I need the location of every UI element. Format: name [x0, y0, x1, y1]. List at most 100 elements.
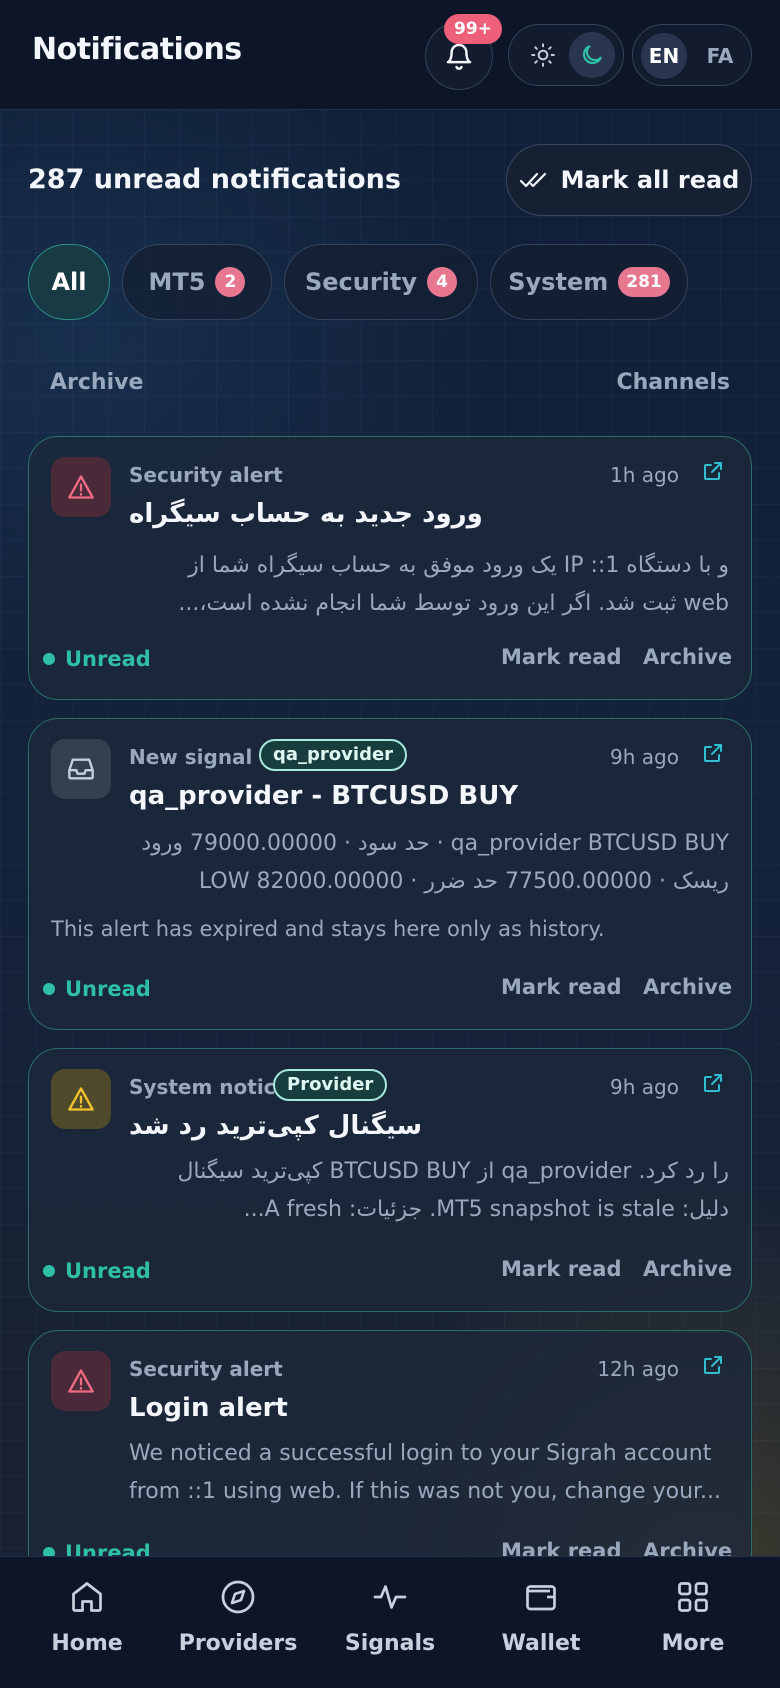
external-link-icon[interactable]	[701, 1071, 725, 1095]
card-icon-box	[51, 739, 111, 799]
compass-icon	[221, 1580, 255, 1614]
notification-card[interactable]: System notice Provider 9h ago سیگنال کپی…	[28, 1048, 752, 1312]
unread-count-text: 287 unread notifications	[28, 164, 401, 195]
external-link-icon[interactable]	[701, 459, 725, 483]
card-icon-box	[51, 457, 111, 517]
status-label: Unread	[65, 647, 151, 671]
card-body-line: دلیل: MT5 snapshot is stale. جزئیات: A f…	[243, 1197, 729, 1222]
lang-fa-button[interactable]: FA	[697, 33, 743, 79]
tab-label: All	[51, 268, 87, 296]
nav-label: Providers	[178, 1631, 298, 1656]
tab-count-badge: 4	[427, 267, 458, 297]
card-body: We noticed a successful login to your Si…	[129, 1435, 729, 1511]
card-body: را رد کرد. qa_provider از BTCUSD BUY کپی…	[129, 1153, 729, 1229]
unread-dot	[43, 1265, 55, 1277]
nav-providers[interactable]: Providers	[163, 1579, 313, 1656]
card-body-line: و با دستگاه 1:: IP یک ورود موفق به حساب …	[188, 553, 729, 578]
light-theme-button[interactable]	[521, 33, 565, 77]
mark-read-button[interactable]: Mark read	[501, 975, 622, 999]
card-icon-box	[51, 1069, 111, 1129]
theme-toggle	[508, 24, 624, 86]
page-title: Notifications	[32, 32, 242, 67]
mark-all-read-button[interactable]: Mark all read	[506, 144, 752, 216]
notification-card[interactable]: Security alert 12h ago Login alert We no…	[28, 1330, 752, 1594]
grid-icon	[678, 1582, 708, 1612]
bell-icon	[446, 43, 472, 70]
card-body-line: ریسک · 77500.00000 حد ضرر · 82000.00000 …	[198, 869, 729, 894]
tab-system[interactable]: System 281	[490, 244, 688, 320]
nav-label: Signals	[344, 1631, 436, 1656]
inbox-icon	[68, 758, 94, 780]
card-time: 12h ago	[597, 1357, 679, 1381]
wallet-icon	[526, 1585, 556, 1611]
tab-security[interactable]: Security 4	[284, 244, 478, 320]
top-header: Notifications 99+ EN FA	[0, 0, 780, 110]
card-body-line: را رد کرد. qa_provider از BTCUSD BUY کپی…	[177, 1159, 729, 1184]
bell-count-badge: 99+	[444, 14, 502, 44]
unread-dot	[43, 653, 55, 665]
unread-status: Unread	[43, 647, 151, 671]
unread-status: Unread	[43, 1259, 151, 1283]
card-category: New signal	[129, 745, 253, 769]
card-category: System notice	[129, 1075, 290, 1099]
unread-dot	[43, 983, 55, 995]
tab-mt5[interactable]: MT5 2	[122, 244, 272, 320]
card-title: ورود جدید به حساب سیگراه	[129, 499, 483, 529]
card-time: 9h ago	[610, 745, 679, 769]
tab-label: MT5	[148, 268, 206, 296]
warning-icon	[68, 475, 94, 499]
lang-en-button[interactable]: EN	[641, 33, 687, 79]
double-check-icon	[519, 172, 546, 188]
archive-button[interactable]: Archive	[643, 975, 732, 999]
card-body-line: web ثبت شد. اگر این ورود توسط شما انجام …	[178, 591, 729, 616]
card-title: Login alert	[129, 1393, 288, 1423]
moon-icon	[582, 45, 602, 65]
sun-icon	[531, 43, 555, 67]
language-toggle: EN FA	[632, 24, 752, 86]
provider-tag: qa_provider	[259, 739, 408, 771]
nav-wallet[interactable]: Wallet	[466, 1579, 616, 1656]
mark-all-read-label: Mark all read	[560, 166, 740, 194]
nav-signals[interactable]: Signals	[315, 1579, 465, 1656]
mark-read-button[interactable]: Mark read	[501, 645, 622, 669]
tab-count-badge: 2	[215, 267, 246, 297]
card-body: qa_provider BTCUSD BUY · حد سود · 79000.…	[129, 825, 729, 901]
nav-label: More	[661, 1631, 725, 1656]
notification-card[interactable]: New signal qa_provider 9h ago qa_provide…	[28, 718, 752, 1030]
card-body: و با دستگاه 1:: IP یک ورود موفق به حساب …	[129, 547, 729, 623]
pulse-icon	[373, 1585, 407, 1609]
notification-card[interactable]: Security alert 1h ago ورود جدید به حساب …	[28, 436, 752, 700]
status-label: Unread	[65, 1259, 151, 1283]
card-title: سیگنال کپی‌ترید رد شد	[129, 1111, 423, 1141]
provider-tag: Provider	[273, 1069, 388, 1101]
nav-label: Home	[51, 1631, 123, 1656]
expired-note: This alert has expired and stays here on…	[51, 917, 605, 941]
mark-read-button[interactable]: Mark read	[501, 1257, 622, 1281]
card-title: qa_provider - BTCUSD BUY	[129, 781, 519, 811]
archive-button[interactable]: Archive	[643, 1257, 732, 1281]
channels-link[interactable]: Channels	[616, 370, 730, 395]
tab-count-badge: 281	[618, 267, 670, 297]
external-link-icon[interactable]	[701, 1353, 725, 1377]
card-body-line: from ::1 using web. If this was not you,…	[129, 1479, 722, 1504]
status-label: Unread	[65, 977, 151, 1001]
external-link-icon[interactable]	[701, 741, 725, 765]
tab-all[interactable]: All	[28, 244, 110, 320]
unread-status: Unread	[43, 977, 151, 1001]
dark-theme-button[interactable]	[569, 32, 615, 78]
warning-icon	[68, 1087, 94, 1111]
archive-button[interactable]: Archive	[643, 645, 732, 669]
card-icon-box	[51, 1351, 111, 1411]
tab-label: System	[508, 268, 609, 296]
archive-link[interactable]: Archive	[50, 370, 143, 395]
nav-label: Wallet	[501, 1631, 581, 1656]
bottom-navigation: Home Providers Signals Wallet More	[0, 1556, 780, 1688]
card-body-line: qa_provider BTCUSD BUY · حد سود · 79000.…	[141, 831, 729, 856]
tab-label: Security	[304, 268, 418, 296]
warning-icon	[68, 1369, 94, 1393]
nav-more[interactable]: More	[618, 1579, 768, 1656]
card-time: 9h ago	[610, 1075, 679, 1099]
card-time: 1h ago	[610, 463, 679, 487]
card-category: Security alert	[129, 1357, 283, 1381]
nav-home[interactable]: Home	[12, 1579, 162, 1656]
